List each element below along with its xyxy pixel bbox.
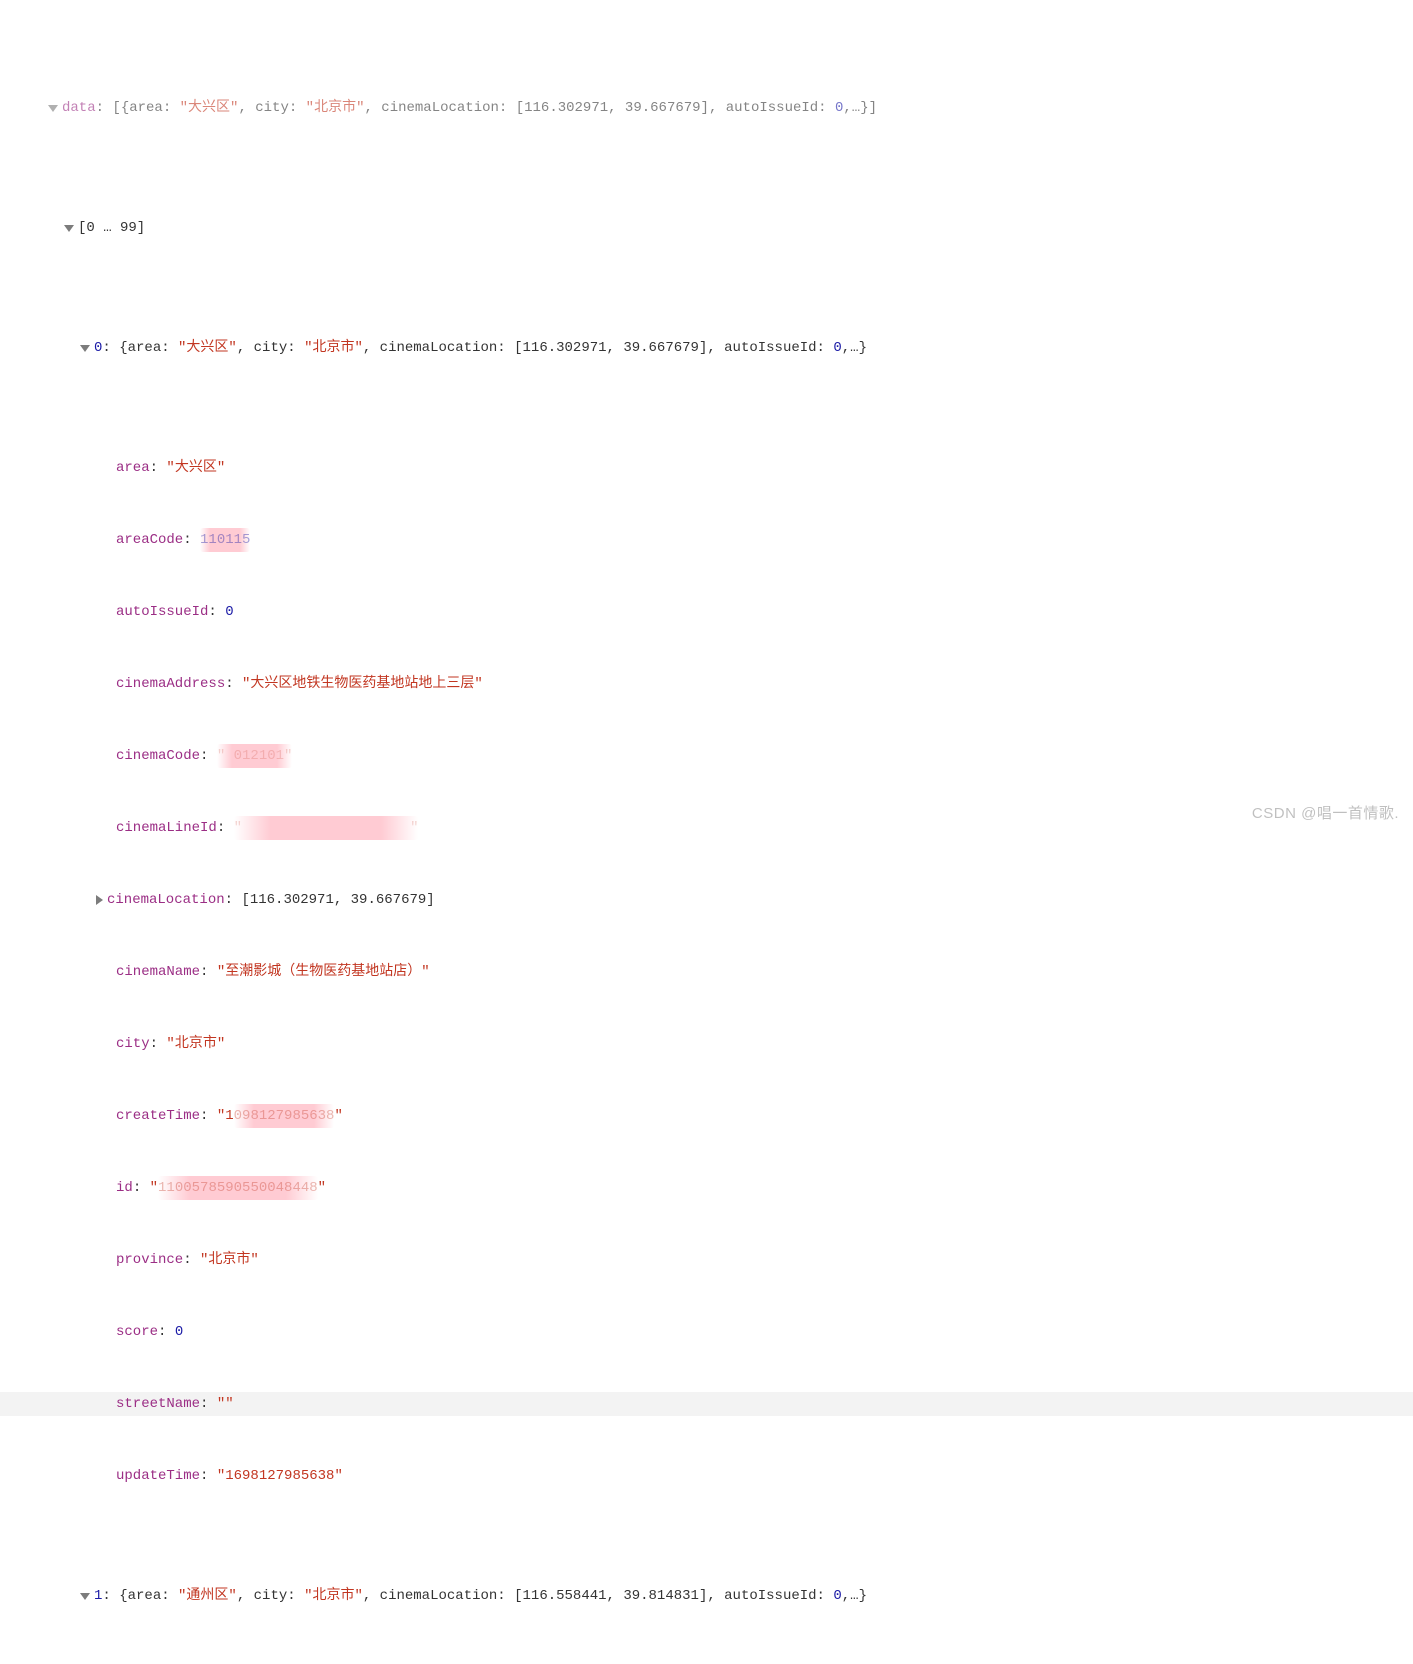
tree-row-item-0[interactable]: 0: {area: "大兴区" , city: "北京市" , cinemaLo… [0,336,1413,360]
redacted-value: 1100578590550048448 [158,1176,318,1200]
chevron-down-icon[interactable] [80,345,90,352]
chevron-down-icon[interactable] [80,1593,90,1600]
index-1: 1 [94,1584,102,1608]
redacted-value: 098127985638 [234,1104,335,1128]
chevron-down-icon[interactable] [48,105,58,112]
prop-areaCode[interactable]: areaCode: 110115 [0,528,1413,552]
prop-area[interactable]: area: "大兴区" [0,456,1413,480]
prop-cinemaAddress[interactable]: cinemaAddress: "大兴区地铁生物医药基地站地上三层" [0,672,1413,696]
prop-id[interactable]: id: "1100578590550048448" [0,1176,1413,1200]
key-data: data [62,96,96,120]
prop-autoIssueId[interactable]: autoIssueId: 0 [0,600,1413,624]
watermark: CSDN @唱一首情歌. [1252,802,1399,826]
prop-cinemaCode[interactable]: cinemaCode: " 012101" [0,744,1413,768]
prop-city[interactable]: city: "北京市" [0,1032,1413,1056]
tree-row-data[interactable]: data: [{area: "大兴区" , city: "北京市" , cine… [0,96,1413,120]
redacted-value: " " [234,816,419,840]
prop-province[interactable]: province: "北京市" [0,1248,1413,1272]
range-label: [0 … 99] [78,216,145,240]
prop-streetName[interactable]: streetName: "" [0,1392,1413,1416]
prop-cinemaLocation[interactable]: cinemaLocation: [116.302971, 39.667679] [0,888,1413,912]
index-0: 0 [94,336,102,360]
prop-cinemaName[interactable]: cinemaName: "至潮影城（生物医药基地站店）" [0,960,1413,984]
chevron-down-icon[interactable] [64,225,74,232]
prop-updateTime[interactable]: updateTime: "1698127985638" [0,1464,1413,1488]
prop-createTime[interactable]: createTime: "1098127985638" [0,1104,1413,1128]
prop-score[interactable]: score: 0 [0,1320,1413,1344]
tree-row-range[interactable]: [0 … 99] [0,216,1413,240]
redacted-value: " 012101" [217,744,293,768]
redacted-value: 110115 [200,528,250,552]
chevron-right-icon[interactable] [96,895,103,905]
prop-cinemaLineId[interactable]: cinemaLineId: " " [0,816,1413,840]
tree-row-item-1[interactable]: 1: {area: "通州区" , city: "北京市" , cinemaLo… [0,1584,1413,1608]
